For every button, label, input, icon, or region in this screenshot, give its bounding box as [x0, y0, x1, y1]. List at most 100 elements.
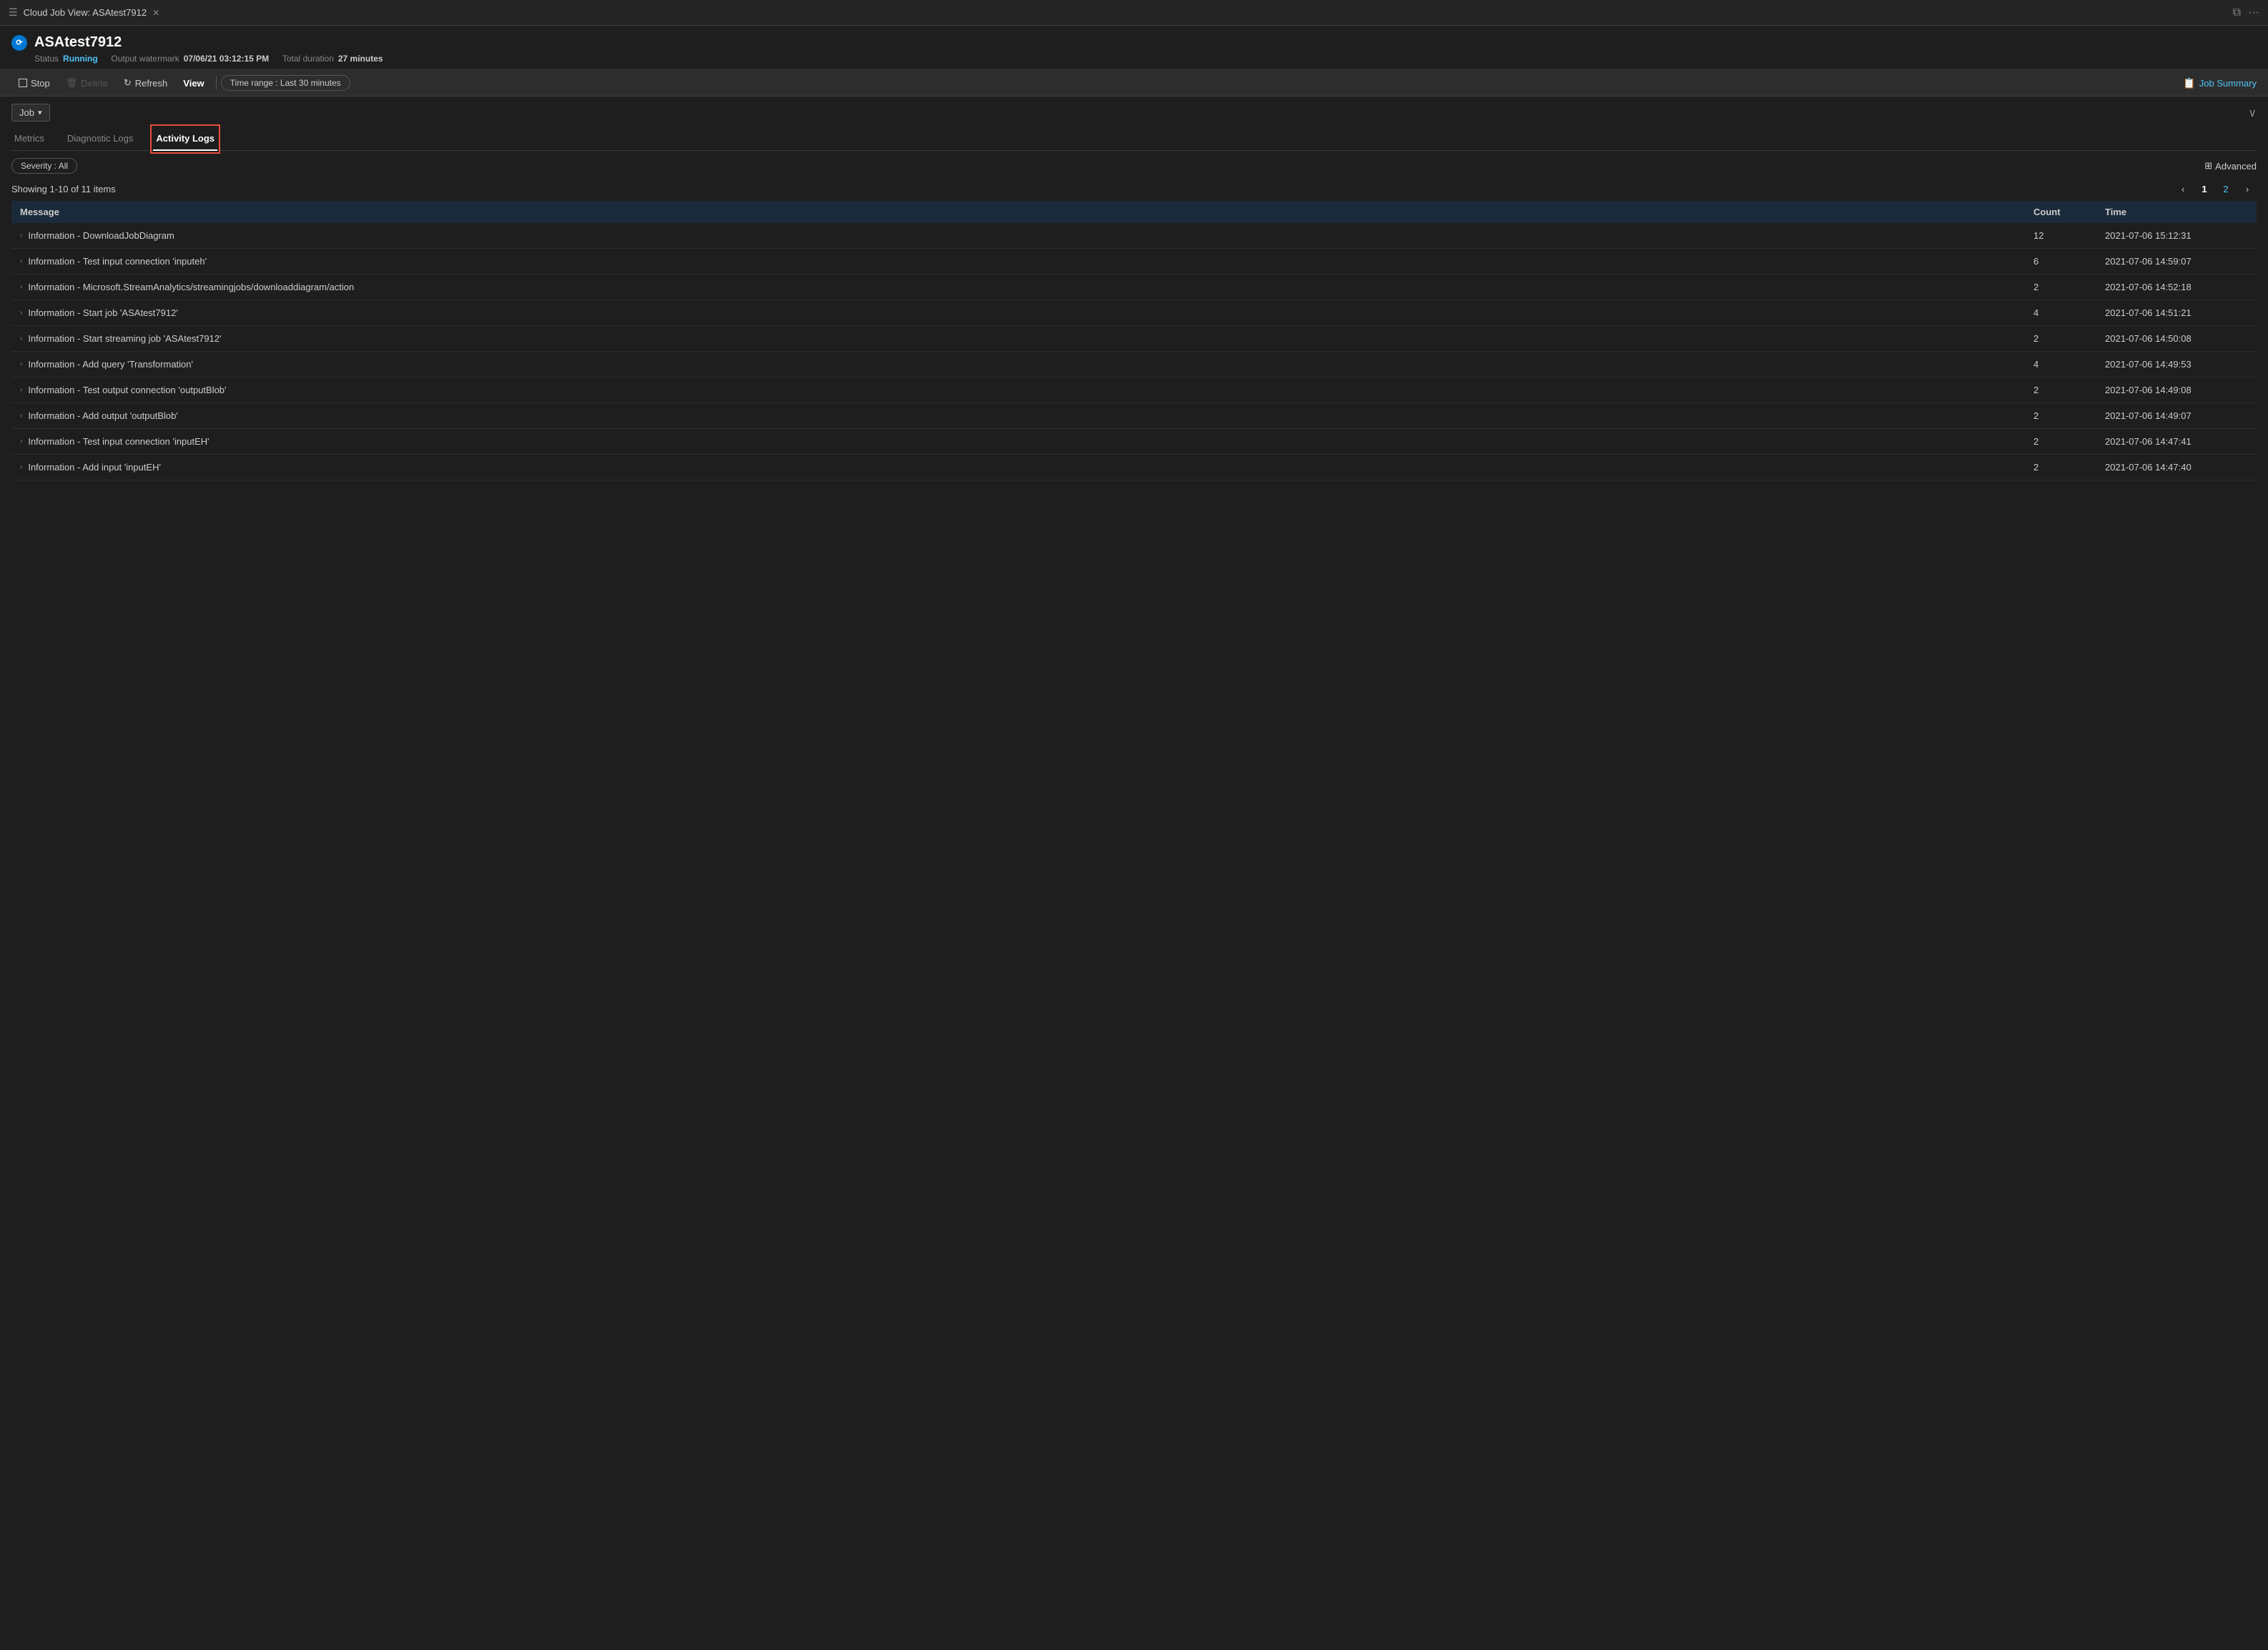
table-row[interactable]: › Information - Test input connection 'i…	[11, 249, 2257, 275]
row-expand-icon[interactable]: ›	[20, 309, 22, 317]
row-message-text: Information - Add input 'inputEH'	[28, 462, 161, 473]
table-row[interactable]: › Information - DownloadJobDiagram 12 20…	[11, 223, 2257, 249]
job-meta: Status Running Output watermark 07/06/21…	[34, 54, 2257, 64]
refresh-label: Refresh	[135, 78, 168, 89]
status-value: Running	[63, 54, 98, 64]
row-time: 2021-07-06 14:59:07	[2105, 256, 2248, 267]
toolbar: Stop 🗑 Delete ↻ Refresh View Time range …	[0, 70, 2268, 97]
menu-icon[interactable]: ☰	[9, 6, 18, 19]
job-summary-button[interactable]: 📋 Job Summary	[2183, 77, 2257, 89]
showing-row: Showing 1-10 of 11 items ‹ 1 2 ›	[11, 179, 2257, 198]
row-message-text: Information - Add query 'Transformation'	[28, 359, 193, 370]
filter-row: Job ▾ ∨	[11, 104, 2257, 122]
table-row[interactable]: › Information - Add input 'inputEH' 2 20…	[11, 455, 2257, 480]
refresh-button[interactable]: ↻ Refresh	[117, 74, 174, 92]
scope-dropdown-chevron: ▾	[38, 108, 42, 117]
table-row[interactable]: › Information - Test input connection 'i…	[11, 429, 2257, 455]
advanced-button[interactable]: ⊞ Advanced	[2204, 160, 2257, 172]
job-summary-icon: 📋	[2183, 77, 2195, 89]
tab-diagnostic-logs[interactable]: Diagnostic Logs	[64, 127, 137, 151]
split-editor-icon[interactable]: ⧉	[2233, 6, 2241, 19]
row-count: 2	[2033, 436, 2105, 447]
job-header: ⟳ ASAtest7912 Status Running Output wate…	[0, 26, 2268, 70]
job-summary-label: Job Summary	[2199, 78, 2257, 89]
row-count: 2	[2033, 462, 2105, 473]
row-time: 2021-07-06 15:12:31	[2105, 230, 2248, 241]
row-expand-icon[interactable]: ›	[20, 438, 22, 445]
row-expand-icon[interactable]: ›	[20, 335, 22, 342]
page-2-button[interactable]: 2	[2217, 179, 2235, 198]
page-1-button[interactable]: 1	[2195, 179, 2214, 198]
advanced-label: Advanced	[2215, 161, 2257, 172]
col-count: Count	[2033, 207, 2105, 217]
table-row[interactable]: › Information - Test output connection '…	[11, 377, 2257, 403]
prev-page-button[interactable]: ‹	[2174, 179, 2192, 198]
next-page-button[interactable]: ›	[2238, 179, 2257, 198]
job-name: ASAtest7912	[34, 34, 122, 51]
showing-text: Showing 1-10 of 11 items	[11, 184, 116, 194]
status-label: Status	[34, 54, 59, 64]
row-expand-icon[interactable]: ›	[20, 360, 22, 368]
row-message-text: Information - Test output connection 'ou…	[28, 385, 226, 395]
stop-label: Stop	[31, 78, 50, 89]
row-count: 6	[2033, 256, 2105, 267]
table-row[interactable]: › Information - Start streaming job 'ASA…	[11, 326, 2257, 352]
stop-icon	[19, 79, 27, 87]
row-count: 2	[2033, 410, 2105, 421]
tab-activity-logs[interactable]: Activity Logs	[153, 127, 217, 151]
delete-button[interactable]: 🗑 Delete	[59, 74, 115, 92]
table-row[interactable]: › Information - Add query 'Transformatio…	[11, 352, 2257, 377]
col-message: Message	[20, 207, 2033, 217]
close-tab-button[interactable]: ✕	[152, 8, 159, 18]
tab-metrics[interactable]: Metrics	[11, 127, 47, 151]
tabs-row: Metrics Diagnostic Logs Activity Logs	[11, 127, 2257, 151]
row-time: 2021-07-06 14:47:40	[2105, 462, 2248, 473]
table-body: › Information - DownloadJobDiagram 12 20…	[11, 223, 2257, 480]
delete-icon: 🗑	[66, 77, 78, 89]
row-count: 2	[2033, 385, 2105, 395]
row-expand-icon[interactable]: ›	[20, 257, 22, 265]
time-range-button[interactable]: Time range : Last 30 minutes	[221, 75, 350, 91]
row-message-text: Information - Start job 'ASAtest7912'	[28, 307, 177, 318]
row-message-text: Information - Test input connection 'inp…	[28, 436, 209, 447]
delete-label: Delete	[81, 78, 108, 89]
refresh-icon: ↻	[124, 77, 132, 89]
row-time: 2021-07-06 14:50:08	[2105, 333, 2248, 344]
row-time: 2021-07-06 14:52:18	[2105, 282, 2248, 292]
job-status-icon: ⟳	[11, 35, 27, 51]
row-expand-icon[interactable]: ›	[20, 412, 22, 420]
row-expand-icon[interactable]: ›	[20, 232, 22, 239]
table-row[interactable]: › Information - Microsoft.StreamAnalytic…	[11, 275, 2257, 300]
scope-dropdown-label: Job	[19, 107, 34, 118]
content-area: Job ▾ ∨ Metrics Diagnostic Logs Activity…	[0, 97, 2268, 480]
row-time: 2021-07-06 14:47:41	[2105, 436, 2248, 447]
time-range-label: Time range : Last 30 minutes	[230, 78, 341, 88]
total-duration-value: 27 minutes	[338, 54, 383, 64]
table-header: Message Count Time	[11, 201, 2257, 223]
severity-filter-button[interactable]: Severity : All	[11, 158, 77, 174]
row-count: 2	[2033, 282, 2105, 292]
output-watermark-label: Output watermark	[111, 54, 179, 64]
more-options-icon[interactable]: ···	[2248, 6, 2259, 19]
row-message-text: Information - DownloadJobDiagram	[28, 230, 174, 241]
row-time: 2021-07-06 14:49:53	[2105, 359, 2248, 370]
collapse-icon[interactable]: ∨	[2248, 106, 2257, 120]
row-expand-icon[interactable]: ›	[20, 463, 22, 471]
table-row[interactable]: › Information - Start job 'ASAtest7912' …	[11, 300, 2257, 326]
scope-dropdown[interactable]: Job ▾	[11, 104, 50, 122]
col-time: Time	[2105, 207, 2248, 217]
severity-label: Severity : All	[21, 161, 68, 171]
table-row[interactable]: › Information - Add output 'outputBlob' …	[11, 403, 2257, 429]
row-expand-icon[interactable]: ›	[20, 386, 22, 394]
row-time: 2021-07-06 14:49:08	[2105, 385, 2248, 395]
title-bar: ☰ Cloud Job View: ASAtest7912 ✕ ⧉ ···	[0, 0, 2268, 26]
row-message-text: Information - Start streaming job 'ASAte…	[28, 333, 221, 344]
output-watermark-value: 07/06/21 03:12:15 PM	[184, 54, 269, 64]
stop-button[interactable]: Stop	[11, 75, 57, 92]
view-button[interactable]: View	[176, 75, 211, 92]
toolbar-separator	[216, 76, 217, 90]
severity-row: Severity : All ⊞ Advanced	[11, 158, 2257, 174]
row-expand-icon[interactable]: ›	[20, 283, 22, 291]
pagination: ‹ 1 2 ›	[2174, 179, 2257, 198]
total-duration-label: Total duration	[282, 54, 334, 64]
